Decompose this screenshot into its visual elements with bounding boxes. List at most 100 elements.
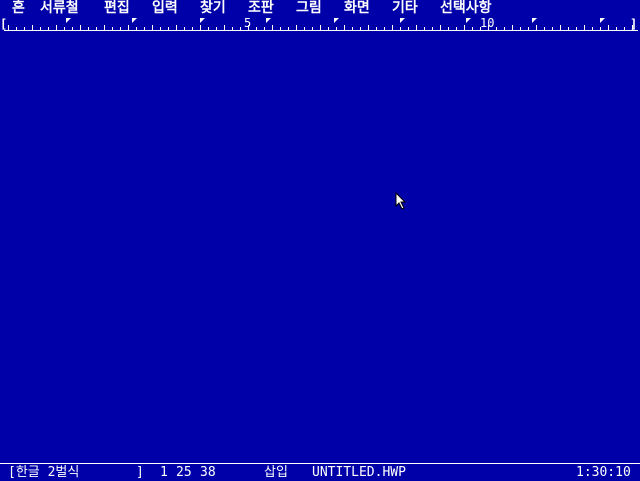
ruler-tick <box>288 27 289 30</box>
clock: 1:30:10 <box>576 465 631 480</box>
ruler-tick <box>552 27 553 30</box>
menu-item-hnc[interactable]: 흔 <box>12 0 25 16</box>
ruler-tick <box>408 27 409 30</box>
ruler-tick <box>576 27 577 30</box>
ruler-tick <box>296 25 297 30</box>
ruler-tick <box>24 27 25 30</box>
line-number: 1 <box>160 465 168 480</box>
ruler-tick <box>360 27 361 30</box>
ruler-tick <box>432 27 433 30</box>
ruler-tick <box>56 25 57 30</box>
ruler-tick <box>216 27 217 30</box>
menu-item-picture[interactable]: 그림 <box>296 0 322 16</box>
tab-stop-marker[interactable] <box>66 18 71 23</box>
ruler-tick <box>120 27 121 30</box>
ruler-tick <box>592 27 593 30</box>
status-bar: [한글 2벌식 ] 1 25 38 삽입 UNTITLED.HWP 1:30:1… <box>0 463 640 481</box>
tab-stop-marker[interactable] <box>132 18 137 23</box>
ruler-tick <box>512 25 513 30</box>
ruler-tick <box>376 27 377 30</box>
cursor-position: 38 <box>200 465 216 480</box>
menu-item-etc[interactable]: 기타 <box>392 0 418 16</box>
menu-item-options[interactable]: 선택사항 <box>440 0 492 16</box>
ruler-tick <box>624 27 625 30</box>
tab-stop-marker[interactable] <box>600 18 605 23</box>
ruler-tick <box>616 27 617 30</box>
ruler-tick <box>184 27 185 30</box>
ruler-tick <box>400 27 401 30</box>
ruler-tick <box>104 25 105 30</box>
ruler-left-margin-marker[interactable]: [ <box>0 16 7 33</box>
ruler-tick <box>496 27 497 30</box>
ruler-tick <box>416 25 417 30</box>
mouse-pointer-icon <box>395 192 407 210</box>
ruler-tick <box>568 27 569 30</box>
ruler-tick <box>256 27 257 30</box>
menu-item-find[interactable]: 찾기 <box>200 0 226 16</box>
ruler-tick <box>336 27 337 30</box>
ruler-tick <box>464 25 465 30</box>
ruler-tick <box>304 27 305 30</box>
ruler-tick <box>440 25 441 30</box>
ruler-tick <box>544 27 545 30</box>
ruler-tick <box>392 25 393 30</box>
ruler-tick <box>352 27 353 30</box>
input-mode-indicator[interactable]: [한글 2벌식 <box>8 464 79 481</box>
ruler-tick <box>608 25 609 30</box>
ruler-tick <box>176 25 177 30</box>
ruler-tick <box>560 25 561 30</box>
menu-bar: 흔 서류철 편집 입력 찾기 조판 그림 화면 기타 선택사항 <box>0 0 640 16</box>
ruler-tick <box>144 27 145 30</box>
ruler-tick <box>208 27 209 30</box>
ruler-tick <box>600 27 601 30</box>
ruler-tick <box>96 27 97 30</box>
ruler-tick <box>240 27 241 30</box>
ruler-tick <box>472 27 473 30</box>
ruler-tick <box>232 27 233 30</box>
ruler-tick <box>16 27 17 30</box>
menu-item-view[interactable]: 화면 <box>344 0 370 16</box>
ruler-tick <box>480 27 481 30</box>
menu-item-file[interactable]: 서류철 <box>40 0 79 16</box>
file-name: UNTITLED.HWP <box>312 465 406 480</box>
menu-item-input[interactable]: 입력 <box>152 0 178 16</box>
ruler-tick <box>64 27 65 30</box>
insert-mode-indicator[interactable]: 삽입 <box>264 464 288 481</box>
ruler-tick <box>192 27 193 30</box>
ruler[interactable]: [ ] 5 10 <box>0 16 640 33</box>
ruler-tick <box>328 27 329 30</box>
ruler-tick <box>536 25 537 30</box>
tab-stop-marker[interactable] <box>400 18 405 23</box>
ruler-tick <box>128 25 129 30</box>
ruler-tick <box>632 25 633 30</box>
ruler-tick <box>520 27 521 30</box>
column-number: 25 <box>176 465 192 480</box>
ruler-tick <box>344 25 345 30</box>
input-mode-indicator-end: ] <box>136 465 144 480</box>
ruler-tick <box>80 25 81 30</box>
ruler-baseline <box>4 30 638 31</box>
ruler-tick <box>320 25 321 30</box>
tab-stop-marker[interactable] <box>466 18 471 23</box>
ruler-tick <box>168 27 169 30</box>
document-area[interactable] <box>0 33 640 463</box>
ruler-tick <box>40 27 41 30</box>
menu-item-edit[interactable]: 편집 <box>104 0 130 16</box>
tab-stop-marker[interactable] <box>200 18 205 23</box>
ruler-tick <box>88 27 89 30</box>
tab-stop-marker[interactable] <box>266 18 271 23</box>
ruler-tick <box>72 27 73 30</box>
tab-stop-marker[interactable] <box>334 18 339 23</box>
menu-item-layout[interactable]: 조판 <box>248 0 274 16</box>
tab-stop-marker[interactable] <box>532 18 537 23</box>
ruler-tick <box>112 27 113 30</box>
ruler-tick <box>136 27 137 30</box>
ruler-tick <box>424 27 425 30</box>
ruler-tick <box>160 27 161 30</box>
ruler-tick <box>448 27 449 30</box>
ruler-tick <box>368 25 369 30</box>
ruler-tick <box>224 25 225 30</box>
ruler-tick <box>248 25 249 30</box>
ruler-tick <box>584 25 585 30</box>
ruler-tick <box>264 27 265 30</box>
